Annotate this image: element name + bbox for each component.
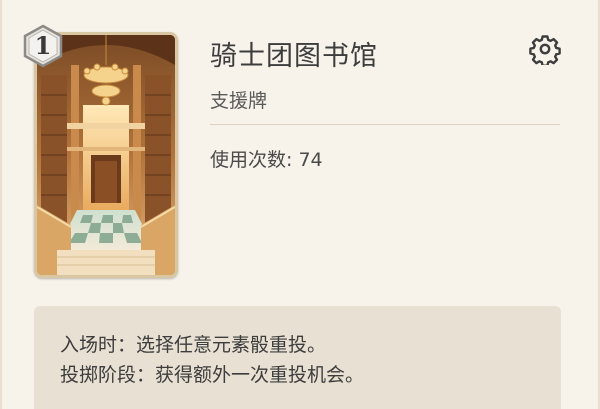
effect-line: 投掷阶段：获得额外一次重投机会。 xyxy=(60,364,365,386)
gear-icon[interactable] xyxy=(529,33,561,67)
card-effect-box: 入场时：选择任意元素骰重投。 投掷阶段：获得额外一次重投机会。 xyxy=(34,306,561,409)
card-type: 支援牌 xyxy=(210,90,268,112)
effect-line: 入场时：选择任意元素骰重投。 xyxy=(60,334,327,356)
hexagon-badge-icon: 1 xyxy=(22,24,64,68)
card-title: 骑士团图书馆 xyxy=(210,41,378,72)
usage-count: 使用次数: 74 xyxy=(210,149,323,171)
card-cost-value: 1 xyxy=(34,31,52,60)
card-detail-panel: 1 骑士团图书馆 支援牌 使用次数: 74 入场时：选择任意元素骰重投。 投掷阶… xyxy=(0,0,600,409)
card-artwork xyxy=(34,32,178,278)
divider xyxy=(210,124,560,125)
